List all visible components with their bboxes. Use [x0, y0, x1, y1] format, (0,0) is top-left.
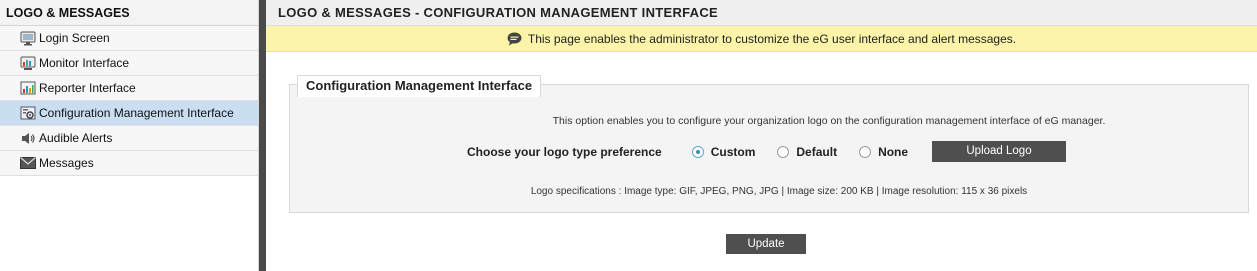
sidebar-item-label: Reporter Interface	[39, 81, 136, 95]
sidebar-title: LOGO & MESSAGES	[0, 0, 258, 26]
monitor-chart-icon	[20, 55, 36, 71]
update-button[interactable]: Update	[726, 234, 806, 254]
sidebar-item-label: Login Screen	[39, 31, 110, 45]
sidebar-item-login-screen[interactable]: Login Screen	[0, 26, 258, 51]
envelope-icon	[20, 155, 36, 171]
panel-description: This option enables you to configure you…	[552, 115, 1106, 127]
radio-default-label: Default	[796, 145, 838, 159]
info-banner-text: This page enables the administrator to c…	[527, 31, 1017, 46]
sidebar-splitter[interactable]	[259, 0, 266, 271]
upload-logo-button[interactable]: Upload Logo	[932, 141, 1066, 162]
sidebar-item-monitor-interface[interactable]: Monitor Interface	[0, 51, 258, 76]
speech-bubble-icon	[507, 32, 522, 46]
audio-alert-icon	[20, 130, 36, 146]
radio-none-label: None	[878, 145, 909, 159]
sidebar-item-reporter-interface[interactable]: Reporter Interface	[0, 76, 258, 101]
panel-legend: Configuration Management Interface	[297, 75, 542, 97]
sidebar-item-label: Messages	[39, 156, 94, 170]
report-icon	[20, 80, 36, 96]
sidebar-item-configuration-management-interface[interactable]: Configuration Management Interface	[0, 101, 258, 126]
radio-default-circle[interactable]	[777, 146, 790, 158]
logo-preference-label: Choose your logo type preference	[467, 145, 662, 159]
radio-custom-circle[interactable]	[691, 146, 704, 158]
sidebar-item-audible-alerts[interactable]: Audible Alerts	[0, 126, 258, 151]
sidebar-item-label: Configuration Management Interface	[39, 106, 234, 120]
info-banner: This page enables the administrator to c…	[266, 26, 1257, 52]
sidebar: LOGO & MESSAGES Login Screen Monitor Int…	[0, 0, 259, 271]
radio-custom[interactable]: Custom	[691, 145, 756, 159]
page-title: LOGO & MESSAGES - CONFIGURATION MANAGEME…	[266, 0, 1257, 26]
sidebar-item-messages[interactable]: Messages	[0, 151, 258, 176]
sidebar-item-label: Audible Alerts	[39, 131, 113, 145]
monitor-icon	[20, 30, 36, 46]
config-gear-icon	[20, 105, 36, 121]
radio-custom-label: Custom	[710, 145, 756, 159]
config-panel: Configuration Management Interface This …	[289, 75, 1249, 213]
radio-none-circle[interactable]	[859, 146, 872, 158]
sidebar-item-label: Monitor Interface	[39, 56, 130, 70]
radio-default[interactable]: Default	[777, 145, 837, 159]
logo-preference-row: Choose your logo type preference Custom …	[467, 141, 930, 163]
radio-none[interactable]: None	[859, 145, 908, 159]
main-content: LOGO & MESSAGES - CONFIGURATION MANAGEME…	[266, 0, 1257, 271]
logo-specifications: Logo specifications : Image type: GIF, J…	[530, 186, 1028, 197]
